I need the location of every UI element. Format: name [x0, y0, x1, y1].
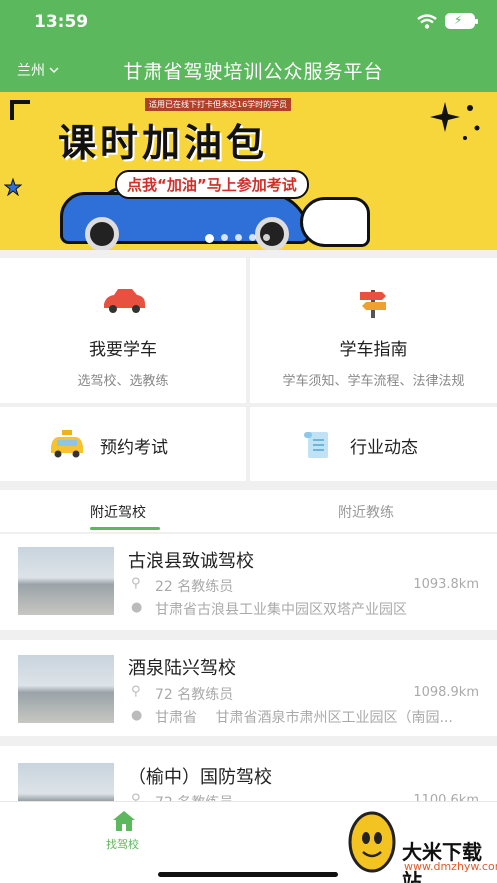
- school-photo: [18, 547, 114, 615]
- learn-driving-tile[interactable]: 我要学车 选驾校、选教练: [0, 258, 246, 403]
- carousel-dot[interactable]: [205, 234, 214, 243]
- list-item[interactable]: 古浪县致诚驾校 ⚲ 22 名教练员 1093.8km ● 甘肃省古浪县工业集中园…: [0, 534, 497, 630]
- nav-find-school-label: 找驾校: [106, 838, 139, 851]
- car-icon: [104, 289, 145, 313]
- active-tab-indicator: [90, 527, 160, 530]
- tab-nearby-coaches[interactable]: 附近教练: [338, 502, 394, 522]
- distance: 1093.8km: [413, 577, 479, 592]
- school-name: 古浪县致诚驾校: [128, 551, 254, 572]
- book-exam-tile[interactable]: 预约考试: [0, 407, 246, 481]
- app-header: 13:59 ⚡ 兰州 甘肃省驾驶培训公众服务平台: [0, 0, 497, 92]
- star-icon: [4, 178, 22, 196]
- tab-nearby-schools[interactable]: 附近驾校: [90, 502, 146, 522]
- coach-count: 22 名教练员: [155, 579, 234, 595]
- driving-guide-title: 学车指南: [339, 340, 408, 360]
- corner-bracket-icon: [10, 100, 30, 120]
- wifi-icon: [417, 13, 437, 29]
- taxi-icon: [51, 430, 83, 458]
- driving-guide-tile[interactable]: 学车指南 学车须知、学车流程、法律法规: [250, 258, 497, 403]
- watermark-url: www.dmzhyw.com: [404, 860, 497, 873]
- carousel-dots: [205, 234, 270, 243]
- school-tabs: 附近驾校 附近教练: [0, 490, 497, 532]
- list-item[interactable]: 酒泉陆兴驾校 ⚲ 72 名教练员 1098.9km ● 甘肃省 甘肃省酒泉市肃州…: [0, 640, 497, 736]
- car-wheel: [85, 217, 119, 250]
- signpost-icon: [360, 290, 386, 318]
- status-icons: ⚡: [417, 13, 478, 29]
- driving-guide-subtitle: 学车须知、学车流程、法律法规: [282, 374, 465, 389]
- book-exam-title: 预约考试: [100, 438, 168, 458]
- pointing-hand-illustration: [300, 197, 370, 247]
- carousel-dot[interactable]: [221, 234, 228, 241]
- school-name: 酒泉陆兴驾校: [128, 658, 236, 679]
- school-name: （榆中）国防驾校: [128, 767, 272, 788]
- home-indicator: [158, 872, 338, 877]
- home-icon: [113, 811, 135, 831]
- banner-cta: 点我“加油”马上参加考试: [115, 170, 309, 199]
- location-pin-icon: ●: [131, 708, 143, 723]
- carousel-dot[interactable]: [263, 234, 270, 241]
- promo-banner[interactable]: 适用已在线下打卡但未达16学时的学员 课时加油包 点我“加油”马上参加考试: [0, 92, 497, 250]
- watermark-logo: [348, 811, 396, 873]
- school-address: 甘肃省古浪县工业集中园区双塔产业园区: [155, 602, 407, 618]
- school-address: 甘肃省 甘肃省酒泉市肃州区工业园区（南园...: [155, 710, 453, 726]
- carousel-dot[interactable]: [235, 234, 242, 241]
- banner-note: 适用已在线下打卡但未达16学时的学员: [145, 98, 292, 111]
- banner-headline: 课时加油包: [58, 121, 269, 165]
- learn-driving-subtitle: 选驾校、选教练: [77, 374, 169, 389]
- industry-news-tile[interactable]: 行业动态: [250, 407, 497, 481]
- status-time: 13:59: [34, 12, 89, 32]
- scroll-icon: [304, 432, 328, 458]
- battery-icon: ⚡: [445, 13, 478, 29]
- page-title: 甘肃省驾驶培训公众服务平台: [123, 61, 384, 83]
- sparkle-icon: [430, 102, 480, 140]
- school-photo: [18, 655, 114, 723]
- list-item[interactable]: （榆中）国防驾校 ⚲ 72 名教练员 1100.6km: [0, 746, 497, 806]
- nav-find-school[interactable]: [104, 810, 144, 836]
- industry-news-title: 行业动态: [350, 438, 418, 458]
- location-pin-icon: ●: [131, 600, 143, 615]
- distance: 1098.9km: [413, 685, 479, 700]
- learn-driving-title: 我要学车: [89, 340, 157, 360]
- school-photo: [18, 763, 114, 806]
- carousel-dot[interactable]: [249, 234, 256, 241]
- coach-count: 72 名教练员: [155, 687, 234, 703]
- person-icon: ⚲: [131, 576, 141, 591]
- person-icon: ⚲: [131, 684, 141, 699]
